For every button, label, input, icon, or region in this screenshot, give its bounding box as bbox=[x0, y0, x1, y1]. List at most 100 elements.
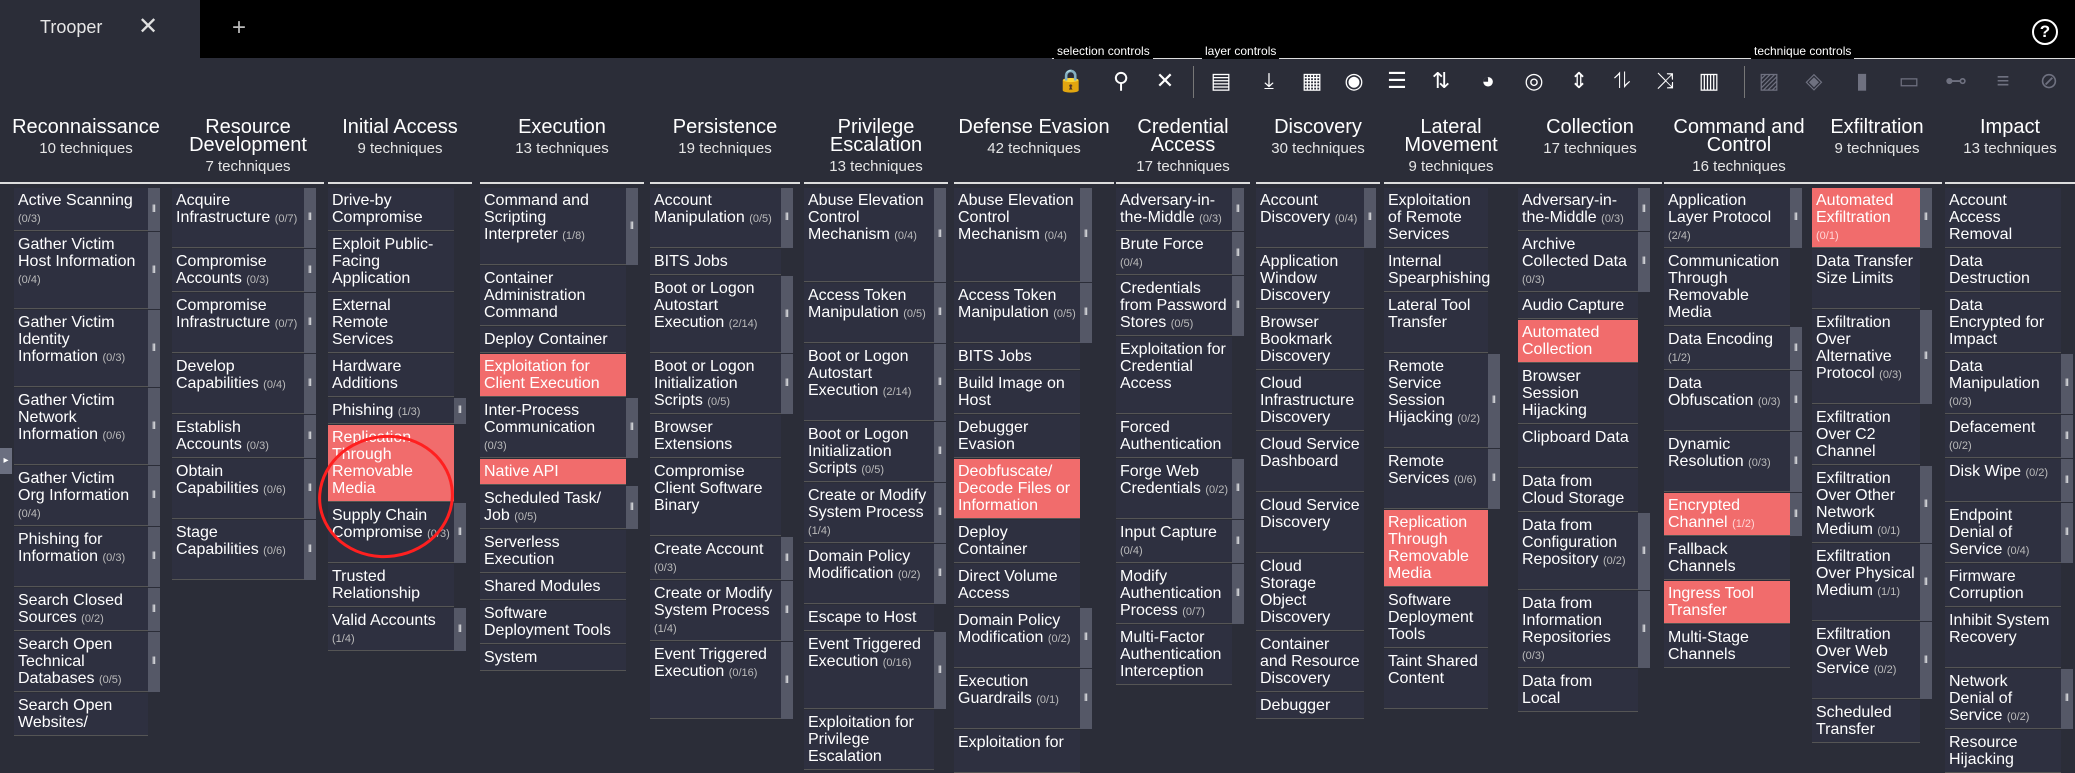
subtechnique-expand-handle[interactable]: ‖ bbox=[2061, 669, 2073, 729]
technique-cell[interactable]: System bbox=[480, 645, 626, 671]
technique-cell[interactable]: Deploy Container bbox=[954, 520, 1080, 563]
tab-trooper[interactable]: Trooper ✕ bbox=[0, 0, 200, 58]
technique-cell[interactable]: Compromise Accounts (0/3) bbox=[172, 249, 304, 292]
technique-cell[interactable]: Active Scanning (0/3) bbox=[14, 188, 148, 231]
add-tab-button[interactable]: + bbox=[232, 14, 246, 42]
subtechnique-expand-handle[interactable]: ‖ bbox=[454, 608, 466, 651]
help-icon[interactable]: ? bbox=[2032, 19, 2058, 45]
subtechnique-expand-handle[interactable]: ‖ bbox=[781, 276, 793, 353]
technique-cell[interactable]: Event Triggered Execution (0/16) bbox=[650, 642, 781, 719]
technique-cell[interactable]: Internal Spearphishing bbox=[1384, 249, 1490, 292]
subtechnique-expand-handle[interactable]: ‖ bbox=[1080, 608, 1092, 668]
subtechnique-expand-handle[interactable]: ‖ bbox=[1232, 459, 1244, 519]
subtechnique-expand-handle[interactable]: ‖ bbox=[1232, 564, 1244, 624]
subtechnique-expand-handle[interactable]: ‖ bbox=[148, 388, 160, 465]
subtechnique-expand-handle[interactable]: ‖ bbox=[1638, 188, 1650, 231]
technique-cell[interactable]: Escape to Host bbox=[804, 605, 934, 631]
technique-cell[interactable]: Native API bbox=[480, 459, 626, 485]
technique-cell[interactable]: Dynamic Resolution (0/3) bbox=[1664, 432, 1790, 492]
subtechnique-expand-handle[interactable]: ‖ bbox=[934, 632, 946, 709]
technique-cell[interactable]: BITS Jobs bbox=[650, 249, 781, 275]
technique-cell[interactable]: Stage Capabilities (0/6) bbox=[172, 520, 304, 580]
technique-cell[interactable]: Application Layer Protocol (2/4) bbox=[1664, 188, 1790, 248]
subtechnique-expand-handle[interactable]: ‖ bbox=[1080, 188, 1092, 282]
technique-cell[interactable]: Exfiltration Over Other Network Medium (… bbox=[1812, 466, 1920, 543]
technique-cell[interactable]: Boot or Logon Autostart Execution (2/14) bbox=[650, 276, 781, 353]
subtechnique-expand-handle[interactable]: ‖ bbox=[934, 422, 946, 482]
score-icon[interactable]: ▮ bbox=[1845, 66, 1879, 96]
technique-cell[interactable]: Event Triggered Execution (0/16) bbox=[804, 632, 934, 709]
technique-cell[interactable]: Direct Volume Access bbox=[954, 564, 1080, 607]
technique-cell[interactable]: Exploitation for bbox=[954, 730, 1080, 773]
subtechnique-expand-handle[interactable]: ‖ bbox=[1364, 188, 1376, 248]
technique-cell[interactable]: Multi-Stage Channels bbox=[1664, 625, 1790, 668]
subtechnique-expand-handle[interactable]: ‖ bbox=[2061, 354, 2073, 414]
subtechnique-expand-handle[interactable]: ‖ bbox=[626, 398, 638, 458]
technique-cell[interactable]: Compromise Client Software Binary bbox=[650, 459, 781, 536]
technique-cell[interactable]: BITS Jobs bbox=[954, 344, 1080, 370]
technique-cell[interactable]: Resource Hijacking bbox=[1945, 730, 2061, 773]
technique-cell[interactable]: Exploit Public-Facing Application bbox=[328, 232, 454, 292]
technique-cell[interactable]: Gather Victim Network Information (0/6) bbox=[14, 388, 148, 465]
technique-cell[interactable]: Execution Guardrails (0/1) bbox=[954, 669, 1080, 729]
export-table-icon[interactable]: ▦ bbox=[1295, 66, 1329, 96]
subtechnique-expand-handle[interactable]: ‖ bbox=[1920, 188, 1932, 248]
technique-cell[interactable]: Application Window Discovery bbox=[1256, 249, 1364, 309]
tactic-header[interactable]: Privilege Escalation 13 techniques bbox=[804, 117, 948, 175]
lock-icon[interactable]: 🔒 bbox=[1054, 66, 1088, 96]
download-icon[interactable]: ⤓ bbox=[1252, 66, 1286, 96]
technique-cell[interactable]: Domain Policy Modification (0/2) bbox=[954, 608, 1080, 668]
technique-cell[interactable]: Account Access Removal bbox=[1945, 188, 2061, 248]
technique-cell[interactable]: Access Token Manipulation (0/5) bbox=[804, 283, 934, 343]
technique-cell[interactable]: Debugger Evasion bbox=[954, 415, 1080, 458]
technique-cell[interactable]: Replication Through Removable Media bbox=[1384, 510, 1488, 587]
subtechnique-expand-handle[interactable]: ‖ bbox=[454, 398, 466, 424]
deselect-icon[interactable]: ✕ bbox=[1148, 66, 1182, 96]
technique-cell[interactable]: Exploitation for Privilege Escalation bbox=[804, 710, 934, 770]
technique-cell[interactable]: Gather Victim Identity Information (0/3) bbox=[14, 310, 148, 387]
subtechnique-expand-handle[interactable]: ‖ bbox=[1080, 669, 1092, 729]
technique-cell[interactable]: Browser Session Hijacking bbox=[1518, 364, 1638, 424]
technique-cell[interactable]: Taint Shared Content bbox=[1384, 649, 1488, 709]
technique-cell[interactable]: Automated Collection bbox=[1518, 320, 1638, 363]
technique-cell[interactable]: Firmware Corruption bbox=[1945, 564, 2061, 607]
tactic-header[interactable]: Defense Evasion 42 techniques bbox=[954, 117, 1114, 157]
technique-cell[interactable]: Establish Accounts (0/3) bbox=[172, 415, 304, 458]
technique-cell[interactable]: Forced Authentication bbox=[1116, 415, 1232, 458]
subtechnique-expand-handle[interactable]: ‖ bbox=[1920, 622, 1932, 699]
technique-cell[interactable]: Build Image on Host bbox=[954, 371, 1080, 414]
technique-cell[interactable]: Brute Force (0/4) bbox=[1116, 232, 1232, 275]
technique-cell[interactable]: Domain Policy Modification (0/2) bbox=[804, 544, 934, 604]
subtechnique-expand-handle[interactable]: ‖ bbox=[781, 188, 793, 248]
tactic-header[interactable]: Collection 17 techniques bbox=[1518, 117, 1662, 157]
technique-cell[interactable]: Phishing (1/3) bbox=[328, 398, 454, 424]
expand-subtechniques-icon[interactable]: ⇕ bbox=[1562, 66, 1596, 96]
subtechnique-expand-handle[interactable]: ‖ bbox=[1488, 354, 1500, 448]
technique-cell[interactable]: Trusted Relationship bbox=[328, 564, 454, 607]
technique-cell[interactable]: Cloud Storage Object Discovery bbox=[1256, 554, 1364, 631]
technique-cell[interactable]: Replication Through Removable Media bbox=[328, 425, 454, 502]
subtechnique-expand-handle[interactable]: ‖ bbox=[304, 249, 316, 292]
tactic-header[interactable]: Command and Control 16 techniques bbox=[1664, 117, 1814, 175]
subtechnique-expand-handle[interactable]: ‖ bbox=[304, 188, 316, 248]
technique-cell[interactable]: Gather Victim Host Information (0/4) bbox=[14, 232, 148, 309]
subtechnique-expand-handle[interactable]: ‖ bbox=[2061, 415, 2073, 458]
technique-cell[interactable]: Exploitation of Remote Services bbox=[1384, 188, 1488, 248]
technique-cell[interactable]: Communication Through Removable Media bbox=[1664, 249, 1790, 326]
subtechnique-expand-handle[interactable]: ‖ bbox=[148, 588, 160, 631]
technique-cell[interactable]: Search Open Websites/ bbox=[14, 693, 148, 736]
technique-cell[interactable]: Endpoint Denial of Service (0/4) bbox=[1945, 503, 2061, 563]
technique-cell[interactable]: Browser Bookmark Discovery bbox=[1256, 310, 1364, 370]
subtechnique-expand-handle[interactable]: ‖ bbox=[148, 466, 160, 526]
technique-cell[interactable]: Inhibit System Recovery bbox=[1945, 608, 2061, 668]
technique-cell[interactable]: Browser Extensions bbox=[650, 415, 781, 458]
subtechnique-expand-handle[interactable]: ‖ bbox=[148, 632, 160, 692]
subtechnique-expand-handle[interactable]: ‖ bbox=[1790, 327, 1802, 370]
technique-cell[interactable]: Search Open Technical Databases (0/5) bbox=[14, 632, 148, 692]
subtechnique-expand-handle[interactable]: ‖ bbox=[1488, 449, 1500, 509]
subtechnique-expand-handle[interactable]: ‖ bbox=[934, 544, 946, 604]
technique-cell[interactable]: Software Deployment Tools bbox=[1384, 588, 1488, 648]
technique-cell[interactable]: Container Administration Command bbox=[480, 266, 626, 326]
technique-cell[interactable]: Archive Collected Data (0/3) bbox=[1518, 232, 1638, 292]
subtechnique-expand-handle[interactable]: ‖ bbox=[304, 293, 316, 353]
